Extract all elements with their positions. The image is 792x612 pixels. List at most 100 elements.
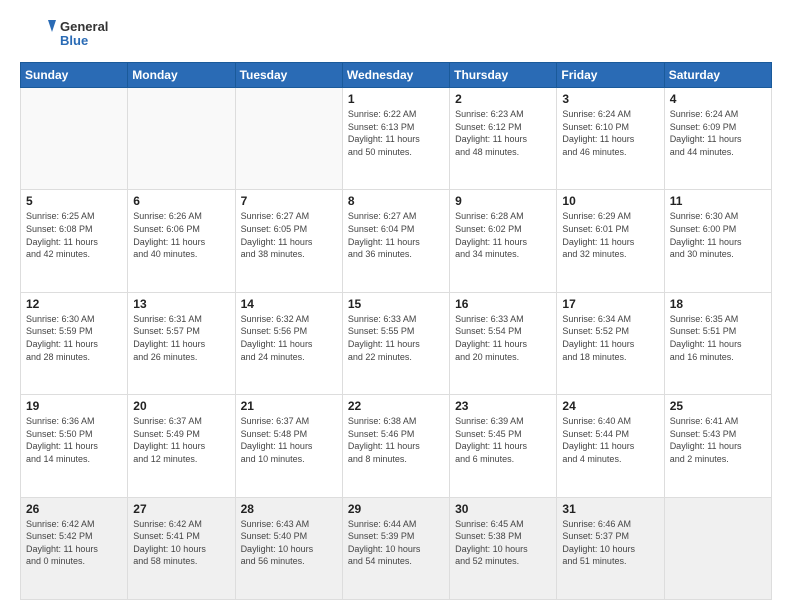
day-number: 6: [133, 194, 229, 208]
day-info: Sunrise: 6:36 AM Sunset: 5:50 PM Dayligh…: [26, 415, 122, 465]
calendar-cell: 11Sunrise: 6:30 AM Sunset: 6:00 PM Dayli…: [664, 190, 771, 292]
day-number: 29: [348, 502, 444, 516]
day-number: 7: [241, 194, 337, 208]
day-number: 2: [455, 92, 551, 106]
calendar-cell: 29 Sunrise: 6:44 AM Sunset: 5:39 PM Dayli…: [342, 497, 449, 599]
calendar-day-header: Thursday: [450, 63, 557, 88]
calendar-cell: 9 Sunrise: 6:28 AM Sunset: 6:02 PM Daylig…: [450, 190, 557, 292]
calendar-week-row: 1Sunrise: 6:22 AM Sunset: 6:13 PM Daylig…: [21, 88, 772, 190]
calendar-week-row: 19 Sunrise: 6:36 AM Sunset: 5:50 PM Dayli…: [21, 395, 772, 497]
logo-general: General: [60, 20, 108, 34]
day-info: Sunrise: 6:31 AM Sunset: 5:57 PM Dayligh…: [133, 313, 229, 363]
page: General Blue SundayMondayTuesdayWednesda…: [0, 0, 792, 612]
calendar-cell: 15 Sunrise: 6:33 AM Sunset: 5:55 PM Dayli…: [342, 292, 449, 394]
day-info: Sunrise: 6:40 AM Sunset: 5:44 PM Dayligh…: [562, 415, 658, 465]
day-info: Sunrise: 6:25 AM Sunset: 6:08 PM Dayligh…: [26, 210, 122, 260]
calendar-cell: 8 Sunrise: 6:27 AM Sunset: 6:04 PM Daylig…: [342, 190, 449, 292]
logo: General Blue: [20, 16, 108, 52]
day-info: Sunrise: 6:29 AM Sunset: 6:01 PM Dayligh…: [562, 210, 658, 260]
calendar-cell: 10 Sunrise: 6:29 AM Sunset: 6:01 PM Dayli…: [557, 190, 664, 292]
calendar-cell: 18Sunrise: 6:35 AM Sunset: 5:51 PM Dayli…: [664, 292, 771, 394]
day-info: Sunrise: 6:45 AM Sunset: 5:38 PM Dayligh…: [455, 518, 551, 568]
logo-blue: Blue: [60, 34, 108, 48]
calendar-cell: 4 Sunrise: 6:24 AM Sunset: 6:09 PM Daylig…: [664, 88, 771, 190]
day-number: 8: [348, 194, 444, 208]
calendar-cell: [128, 88, 235, 190]
calendar-cell: 12 Sunrise: 6:30 AM Sunset: 5:59 PM Dayli…: [21, 292, 128, 394]
header: General Blue: [20, 16, 772, 52]
calendar-cell: 22 Sunrise: 6:38 AM Sunset: 5:46 PM Dayli…: [342, 395, 449, 497]
day-number: 15: [348, 297, 444, 311]
day-info: Sunrise: 6:33 AM Sunset: 5:55 PM Dayligh…: [348, 313, 444, 363]
day-number: 1: [348, 92, 444, 106]
day-number: 24: [562, 399, 658, 413]
day-number: 27: [133, 502, 229, 516]
calendar-cell: 31 Sunrise: 6:46 AM Sunset: 5:37 PM Dayli…: [557, 497, 664, 599]
day-info: Sunrise: 6:46 AM Sunset: 5:37 PM Dayligh…: [562, 518, 658, 568]
day-number: 4: [670, 92, 766, 106]
day-number: 23: [455, 399, 551, 413]
calendar-cell: 16Sunrise: 6:33 AM Sunset: 5:54 PM Dayli…: [450, 292, 557, 394]
calendar-cell: 24 Sunrise: 6:40 AM Sunset: 5:44 PM Dayli…: [557, 395, 664, 497]
calendar-cell: 20Sunrise: 6:37 AM Sunset: 5:49 PM Dayli…: [128, 395, 235, 497]
day-number: 30: [455, 502, 551, 516]
day-info: Sunrise: 6:30 AM Sunset: 5:59 PM Dayligh…: [26, 313, 122, 363]
day-number: 17: [562, 297, 658, 311]
calendar-day-header: Wednesday: [342, 63, 449, 88]
day-info: Sunrise: 6:37 AM Sunset: 5:49 PM Dayligh…: [133, 415, 229, 465]
day-number: 21: [241, 399, 337, 413]
day-info: Sunrise: 6:44 AM Sunset: 5:39 PM Dayligh…: [348, 518, 444, 568]
calendar-week-row: 12 Sunrise: 6:30 AM Sunset: 5:59 PM Dayli…: [21, 292, 772, 394]
calendar-day-header: Saturday: [664, 63, 771, 88]
calendar-cell: 2Sunrise: 6:23 AM Sunset: 6:12 PM Daylig…: [450, 88, 557, 190]
day-info: Sunrise: 6:24 AM Sunset: 6:09 PM Dayligh…: [670, 108, 766, 158]
day-info: Sunrise: 6:27 AM Sunset: 6:05 PM Dayligh…: [241, 210, 337, 260]
calendar-header-row: SundayMondayTuesdayWednesdayThursdayFrid…: [21, 63, 772, 88]
day-number: 25: [670, 399, 766, 413]
calendar-day-header: Sunday: [21, 63, 128, 88]
calendar-cell: 28Sunrise: 6:43 AM Sunset: 5:40 PM Dayli…: [235, 497, 342, 599]
day-info: Sunrise: 6:41 AM Sunset: 5:43 PM Dayligh…: [670, 415, 766, 465]
day-number: 12: [26, 297, 122, 311]
calendar-cell: 19 Sunrise: 6:36 AM Sunset: 5:50 PM Dayli…: [21, 395, 128, 497]
calendar-cell: 6 Sunrise: 6:26 AM Sunset: 6:06 PM Daylig…: [128, 190, 235, 292]
logo-text: General Blue: [60, 20, 108, 49]
calendar-cell: [21, 88, 128, 190]
day-info: Sunrise: 6:30 AM Sunset: 6:00 PM Dayligh…: [670, 210, 766, 260]
day-number: 26: [26, 502, 122, 516]
calendar-cell: 25 Sunrise: 6:41 AM Sunset: 5:43 PM Dayli…: [664, 395, 771, 497]
day-number: 10: [562, 194, 658, 208]
day-number: 31: [562, 502, 658, 516]
day-number: 5: [26, 194, 122, 208]
day-number: 22: [348, 399, 444, 413]
day-number: 9: [455, 194, 551, 208]
calendar-day-header: Tuesday: [235, 63, 342, 88]
calendar-cell: [235, 88, 342, 190]
day-info: Sunrise: 6:32 AM Sunset: 5:56 PM Dayligh…: [241, 313, 337, 363]
day-number: 19: [26, 399, 122, 413]
day-info: Sunrise: 6:42 AM Sunset: 5:41 PM Dayligh…: [133, 518, 229, 568]
logo-svg: [20, 16, 56, 52]
day-info: Sunrise: 6:24 AM Sunset: 6:10 PM Dayligh…: [562, 108, 658, 158]
day-info: Sunrise: 6:26 AM Sunset: 6:06 PM Dayligh…: [133, 210, 229, 260]
calendar-cell: 5 Sunrise: 6:25 AM Sunset: 6:08 PM Daylig…: [21, 190, 128, 292]
day-info: Sunrise: 6:28 AM Sunset: 6:02 PM Dayligh…: [455, 210, 551, 260]
calendar-cell: 27 Sunrise: 6:42 AM Sunset: 5:41 PM Dayli…: [128, 497, 235, 599]
day-info: Sunrise: 6:33 AM Sunset: 5:54 PM Dayligh…: [455, 313, 551, 363]
calendar-week-row: 26 Sunrise: 6:42 AM Sunset: 5:42 PM Dayli…: [21, 497, 772, 599]
day-number: 18: [670, 297, 766, 311]
day-info: Sunrise: 6:38 AM Sunset: 5:46 PM Dayligh…: [348, 415, 444, 465]
day-info: Sunrise: 6:39 AM Sunset: 5:45 PM Dayligh…: [455, 415, 551, 465]
day-number: 13: [133, 297, 229, 311]
calendar-cell: [664, 497, 771, 599]
calendar-cell: 14 Sunrise: 6:32 AM Sunset: 5:56 PM Dayli…: [235, 292, 342, 394]
day-info: Sunrise: 6:42 AM Sunset: 5:42 PM Dayligh…: [26, 518, 122, 568]
calendar-table: SundayMondayTuesdayWednesdayThursdayFrid…: [20, 62, 772, 600]
calendar-cell: 1Sunrise: 6:22 AM Sunset: 6:13 PM Daylig…: [342, 88, 449, 190]
calendar-day-header: Monday: [128, 63, 235, 88]
calendar-cell: 17Sunrise: 6:34 AM Sunset: 5:52 PM Dayli…: [557, 292, 664, 394]
calendar-cell: 30 Sunrise: 6:45 AM Sunset: 5:38 PM Dayli…: [450, 497, 557, 599]
day-number: 14: [241, 297, 337, 311]
calendar-cell: 13 Sunrise: 6:31 AM Sunset: 5:57 PM Dayli…: [128, 292, 235, 394]
day-info: Sunrise: 6:27 AM Sunset: 6:04 PM Dayligh…: [348, 210, 444, 260]
